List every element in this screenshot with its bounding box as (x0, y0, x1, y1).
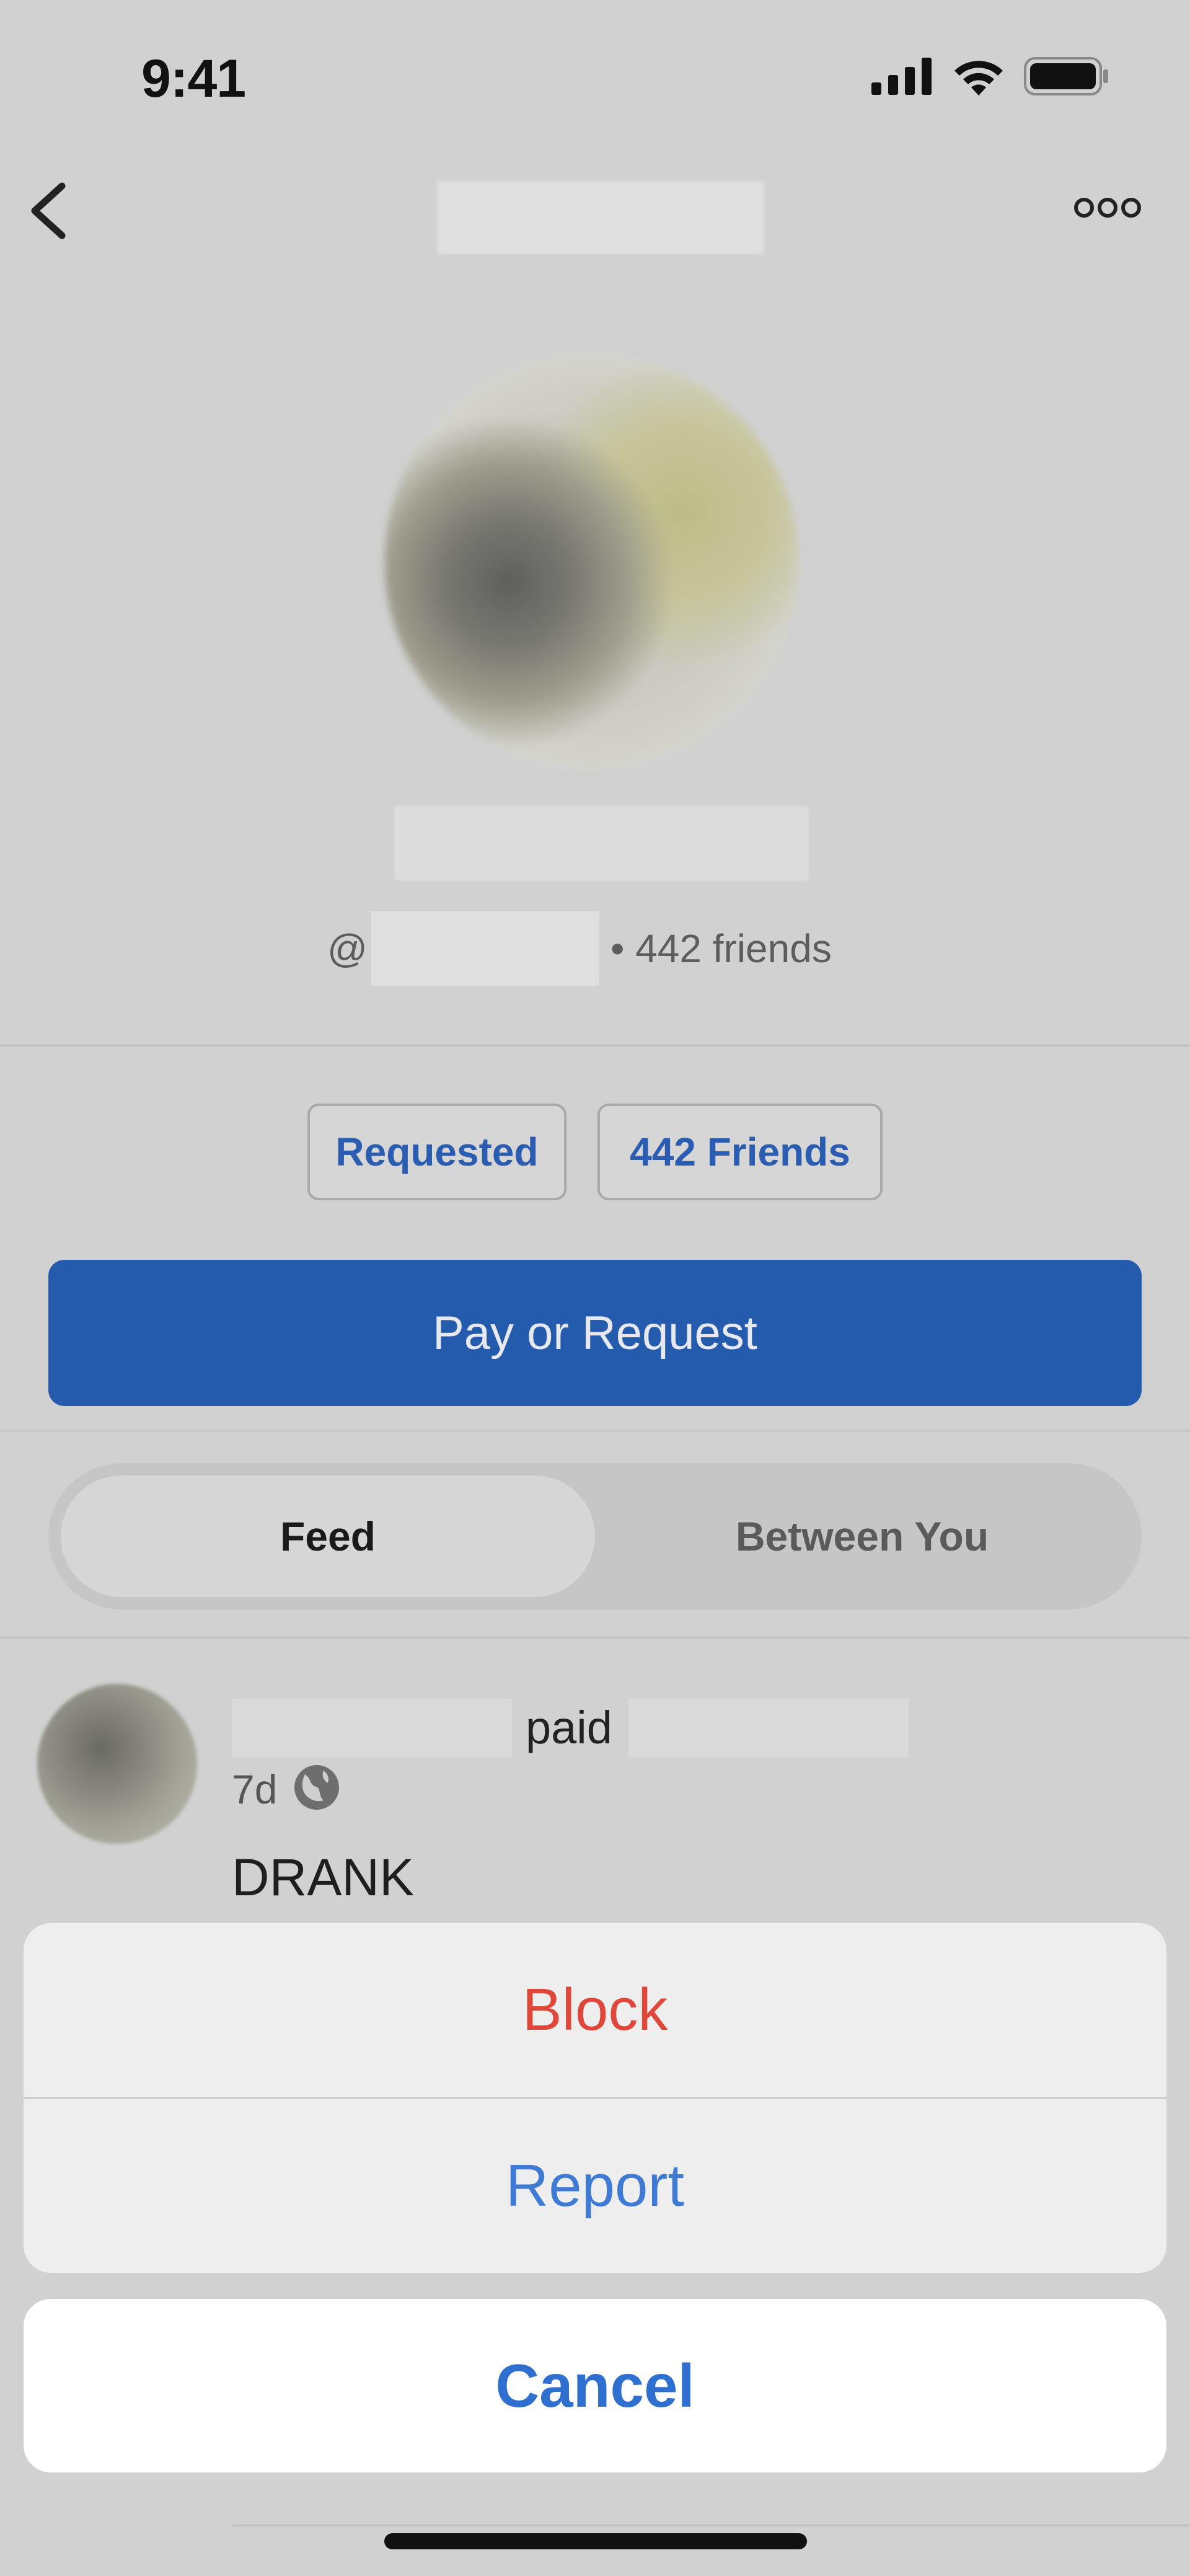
more-icon (1074, 198, 1141, 218)
requested-button[interactable]: Requested (307, 1104, 566, 1200)
status-icons (871, 57, 1109, 95)
block-button[interactable]: Block (24, 1923, 1166, 2097)
friends-count-button[interactable]: 442 Friends (597, 1104, 883, 1200)
chevron-left-icon (31, 182, 66, 239)
redacted-username (371, 911, 599, 986)
home-indicator[interactable] (384, 2533, 807, 2549)
redacted-nav-title (437, 181, 764, 254)
feed-avatar[interactable] (37, 1684, 197, 1844)
pay-or-request-button[interactable]: Pay or Request (48, 1260, 1142, 1406)
divider (0, 1045, 1190, 1047)
username-line: @ • 442 friends (327, 911, 832, 986)
back-button[interactable] (24, 174, 73, 248)
cellular-signal-icon (871, 58, 932, 95)
feed-timestamp: 7d (232, 1766, 278, 1812)
globe-icon (291, 1762, 342, 1813)
battery-icon (1024, 57, 1108, 95)
cancel-button[interactable]: Cancel (24, 2299, 1166, 2472)
feed-verb: paid (526, 1702, 612, 1753)
report-button[interactable]: Report (24, 2099, 1166, 2273)
divider (0, 1430, 1190, 1432)
divider (232, 2525, 1190, 2526)
divider (0, 1637, 1190, 1639)
redacted-payee-name (628, 1699, 909, 1757)
action-sheet: Block Report (24, 1923, 1166, 2273)
profile-avatar (384, 355, 798, 769)
feed-note: DRANK (232, 1848, 415, 1906)
more-options-button[interactable] (1073, 192, 1142, 223)
redacted-payer-name (232, 1699, 512, 1757)
status-time: 9:41 (141, 49, 246, 108)
tab-between-you[interactable]: Between You (595, 1476, 1129, 1597)
friends-summary: • 442 friends (610, 926, 832, 971)
wifi-icon (954, 61, 1003, 95)
tab-feed[interactable]: Feed (61, 1476, 595, 1597)
username-prefix: @ (327, 926, 368, 971)
redacted-display-name (394, 806, 808, 880)
